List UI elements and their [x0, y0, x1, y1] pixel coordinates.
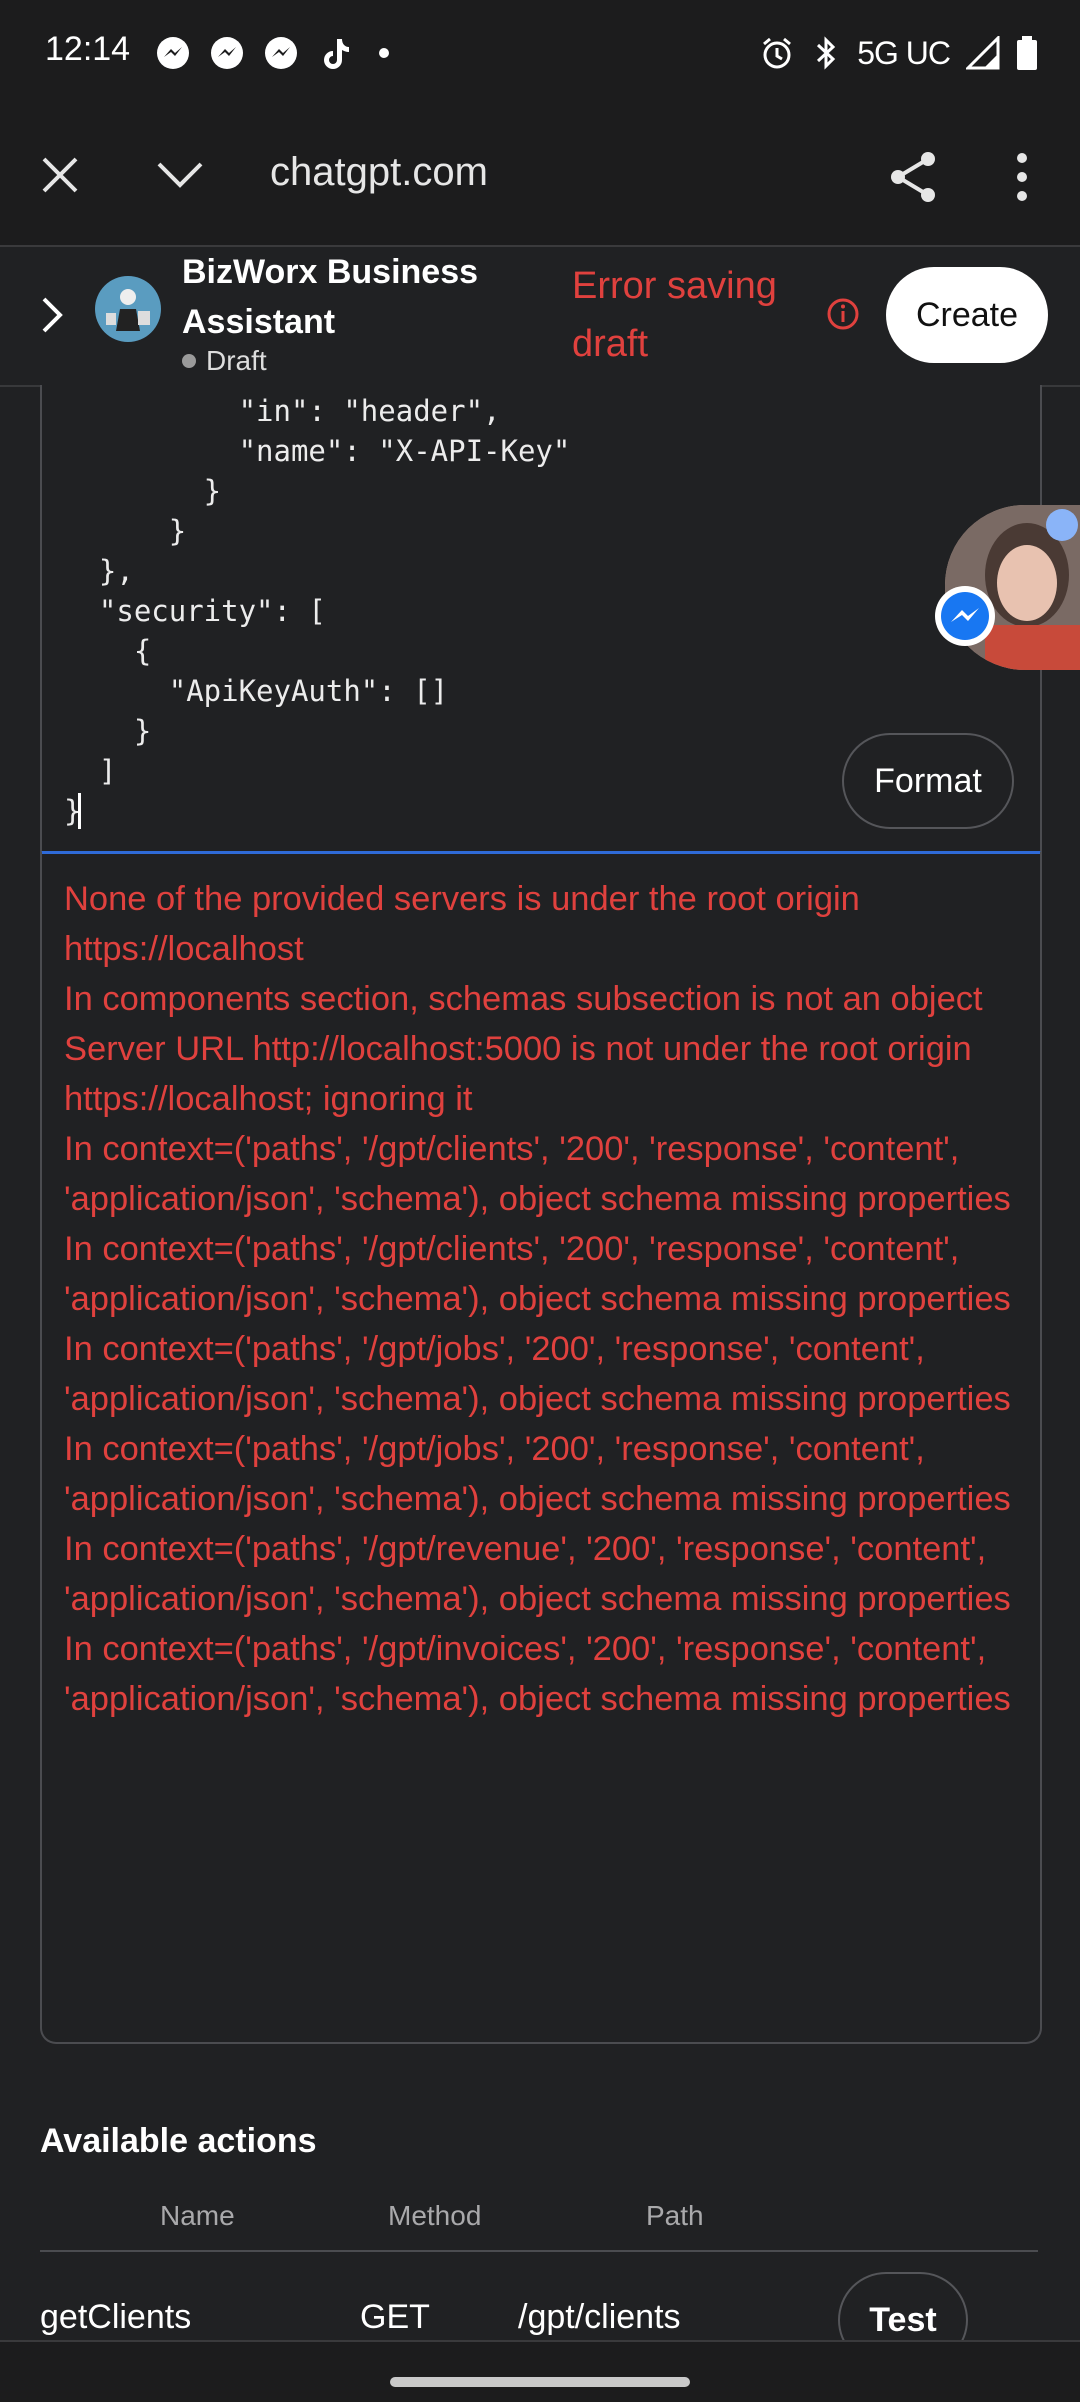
column-header-method: Method — [388, 2200, 482, 2231]
messenger-badge-icon — [935, 586, 995, 646]
status-time: 12:14 — [45, 30, 131, 68]
tiktok-icon — [324, 39, 349, 69]
url-text[interactable]: chatgpt.com — [270, 150, 488, 195]
gpt-builder-header: BizWorx Business Assistant Draft Error s… — [0, 247, 1080, 387]
error-item: None of the provided servers is under th… — [64, 880, 860, 968]
error-item: Server URL http://localhost:5000 is not … — [64, 1030, 972, 1118]
validation-errors: None of the provided servers is under th… — [40, 852, 1042, 2044]
home-gesture-handle[interactable] — [390, 2377, 690, 2387]
browser-toolbar: chatgpt.com — [0, 110, 1080, 247]
text-cursor — [78, 793, 81, 829]
draft-label: Draft — [206, 345, 267, 376]
status-dot-icon — [182, 354, 196, 368]
error-item: In context=('paths', '/gpt/jobs', '200',… — [64, 1330, 1011, 1418]
gpt-avatar[interactable] — [94, 275, 162, 343]
error-item: In context=('paths', '/gpt/invoices', '2… — [64, 1630, 1011, 1718]
system-icons: 5G UC — [759, 28, 1038, 78]
network-label: 5G UC — [857, 34, 951, 71]
messenger-icon — [211, 37, 243, 69]
save-error-message: Error saving draft — [572, 265, 777, 365]
system-nav-bar — [0, 2340, 1080, 2402]
more-menu-icon[interactable] — [1012, 150, 1032, 204]
error-list: None of the provided servers is under th… — [64, 874, 1024, 1724]
action-method: GET — [360, 2298, 430, 2336]
battery-icon — [1017, 36, 1037, 70]
messenger-icon — [265, 37, 297, 69]
share-icon[interactable] — [888, 150, 938, 204]
gpt-name: BizWorx Business Assistant — [182, 253, 479, 341]
messenger-icon — [157, 37, 189, 69]
error-item: In context=('paths', '/gpt/clients', '20… — [64, 1130, 1011, 1218]
error-item: In components section, schemas subsectio… — [64, 980, 983, 1018]
signal-icon — [966, 36, 1000, 70]
action-path: /gpt/clients — [518, 2298, 681, 2336]
error-item: In context=('paths', '/gpt/clients', '20… — [64, 1230, 1011, 1318]
format-button[interactable]: Format — [842, 733, 1014, 829]
more-notifications-icon — [379, 48, 389, 58]
status-bar: 12:14 5G UC — [0, 0, 1080, 110]
action-name: getClients — [40, 2298, 192, 2336]
draft-status: Draft — [182, 345, 267, 377]
notification-dot-icon — [1046, 509, 1078, 541]
bluetooth-icon — [817, 36, 836, 70]
table-divider — [40, 2250, 1038, 2252]
chevron-right-icon[interactable] — [40, 295, 64, 335]
close-icon[interactable] — [40, 155, 80, 195]
create-button[interactable]: Create — [886, 267, 1048, 363]
column-header-path: Path — [646, 2200, 704, 2231]
error-item: In context=('paths', '/gpt/revenue', '20… — [64, 1530, 1011, 1618]
schema-code[interactable]: "in": "header", "name": "X-API-Key" } } … — [64, 391, 570, 831]
notification-icons — [155, 28, 389, 78]
info-icon[interactable] — [826, 297, 860, 331]
column-header-name: Name — [160, 2200, 235, 2231]
error-item: In context=('paths', '/gpt/jobs', '200',… — [64, 1430, 1011, 1518]
alarm-icon — [763, 37, 792, 69]
available-actions-heading: Available actions — [40, 2122, 317, 2160]
chevron-down-icon[interactable] — [155, 160, 205, 190]
